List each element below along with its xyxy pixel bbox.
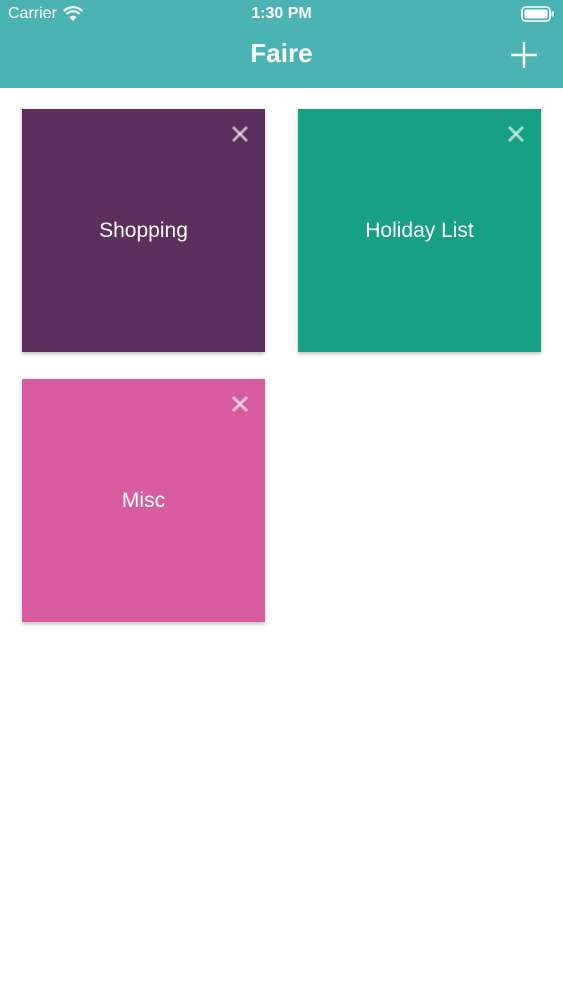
list-card-title: Misc [121,488,166,512]
status-time: 1:30 PM [251,5,312,22]
list-card-shopping[interactable]: Shopping [22,109,265,352]
header: Carrier 1:30 PM Faire [0,0,563,88]
add-list-button[interactable] [509,40,539,70]
list-card-holiday-list[interactable]: Holiday List [298,109,541,352]
page-title: Faire [250,38,313,68]
list-card-title: Shopping [99,218,188,242]
list-card-title: Holiday List [365,218,474,242]
close-icon[interactable] [229,123,251,145]
status-bar: Carrier 1:30 PM [0,0,563,28]
battery-icon [521,6,554,22]
list-grid: Shopping Holiday List Misc [0,88,563,1000]
plus-icon [511,42,537,68]
list-card-misc[interactable]: Misc [22,379,265,622]
close-icon[interactable] [229,393,251,415]
close-icon[interactable] [505,123,527,145]
